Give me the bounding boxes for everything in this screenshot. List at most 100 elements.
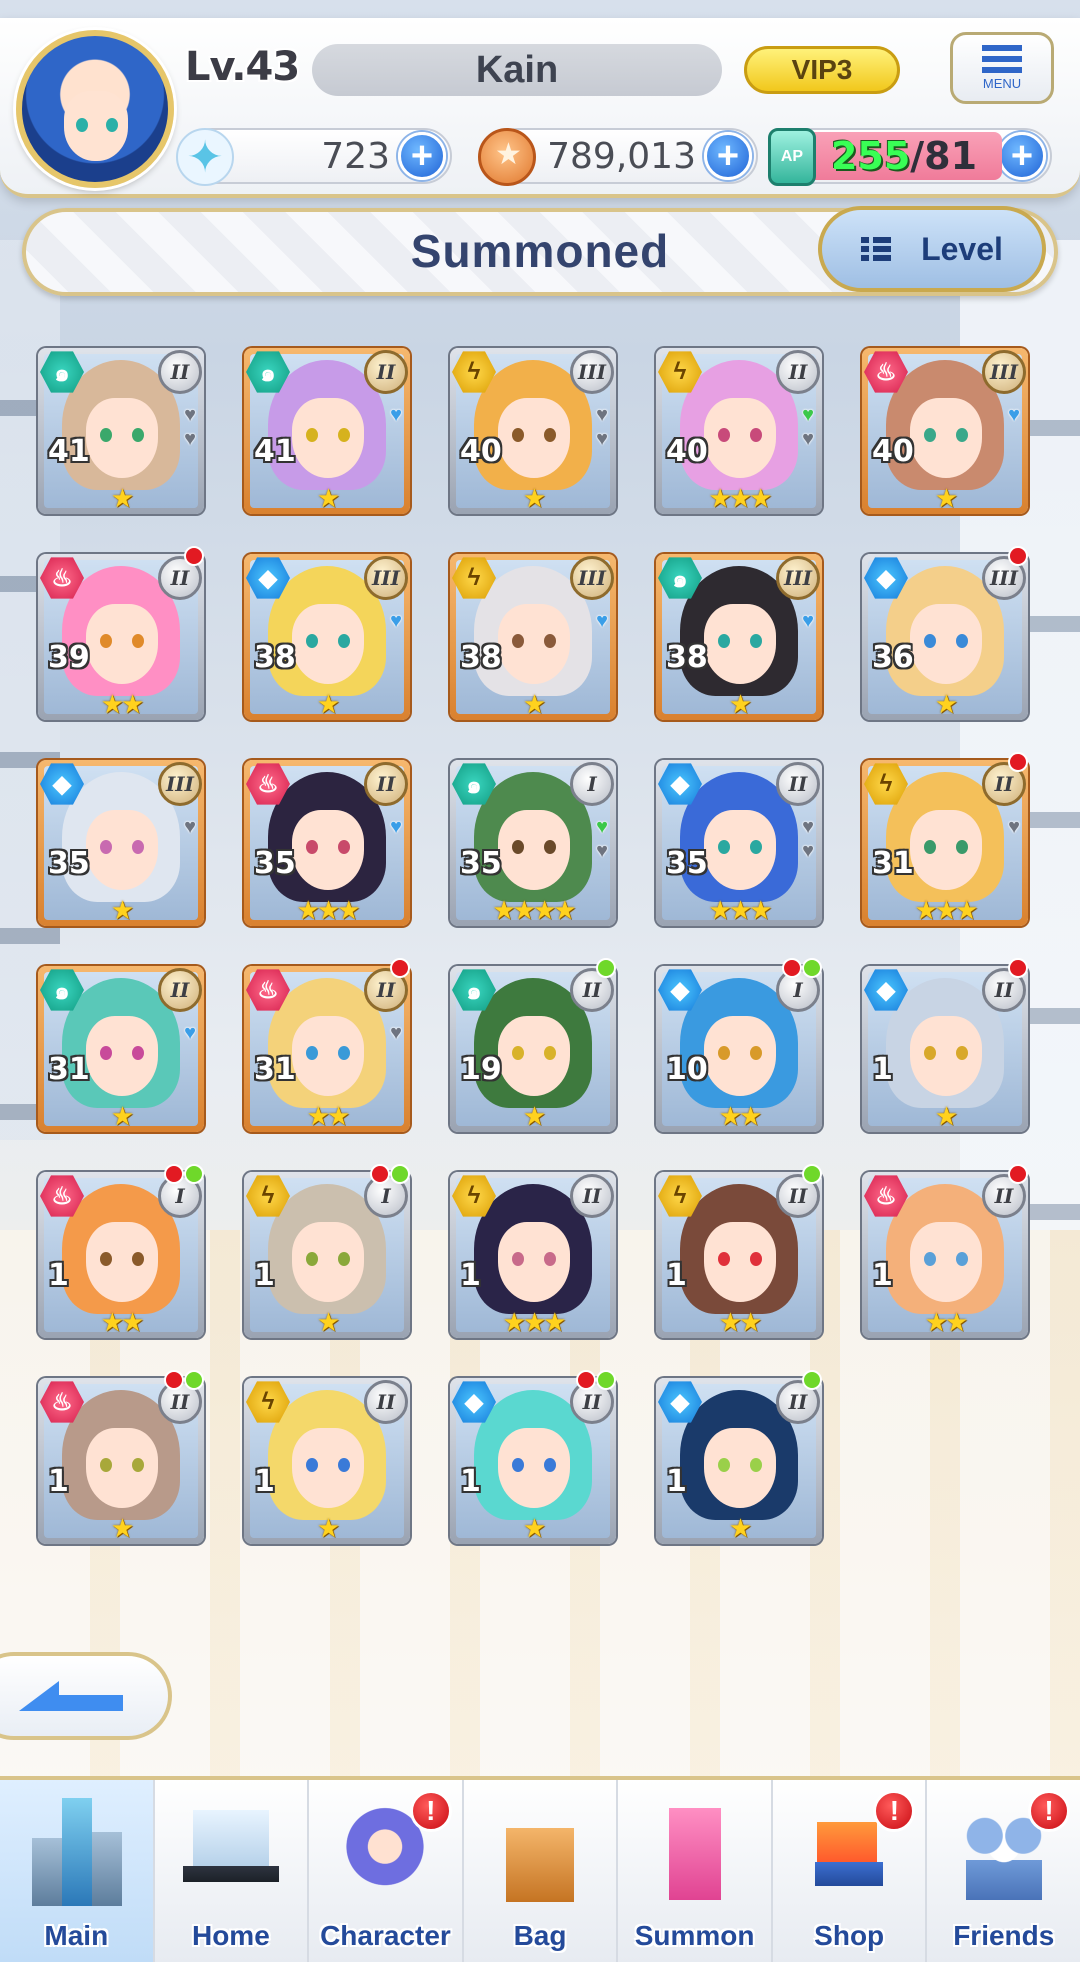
character-face bbox=[498, 604, 570, 684]
character-card[interactable]: ◆ I 10 ★★ bbox=[656, 958, 822, 1132]
upgrade-ready-dot bbox=[802, 1164, 822, 1184]
character-eye bbox=[338, 1458, 350, 1472]
character-card[interactable]: ♨ II 1 ★★ bbox=[862, 1164, 1028, 1338]
character-card[interactable]: ϟ II 1 ★★ bbox=[656, 1164, 822, 1338]
menu-label: MENU bbox=[982, 76, 1022, 91]
character-card[interactable]: ♨ II 1 ★ bbox=[38, 1370, 204, 1544]
back-arrow-icon bbox=[19, 1681, 123, 1711]
character-card[interactable]: ◆ II 1 ★ bbox=[450, 1370, 616, 1544]
character-card[interactable]: ♨ II 39 ★★ bbox=[38, 546, 204, 720]
character-card[interactable]: ϟ I 1 ★ bbox=[244, 1164, 410, 1338]
player-avatar[interactable] bbox=[16, 30, 174, 188]
rank-badge: III bbox=[982, 350, 1026, 394]
character-card[interactable]: ๑ II ♥ ♥ 41 ★ bbox=[38, 348, 204, 514]
character-eye bbox=[544, 1046, 556, 1060]
character-card[interactable]: ◆ II 1 ★ bbox=[656, 1370, 822, 1544]
character-card[interactable]: ♨ II ♥ 35 ★★★ bbox=[244, 760, 410, 926]
character-eye bbox=[718, 428, 730, 442]
nav-item-home[interactable]: Home bbox=[152, 1780, 308, 1962]
add-gems-button[interactable]: + bbox=[398, 132, 446, 180]
character-eye bbox=[100, 428, 112, 442]
nav-item-friends[interactable]: Friends! bbox=[925, 1780, 1080, 1962]
new-alert-dot bbox=[1008, 958, 1028, 978]
rank-badge: I bbox=[570, 762, 614, 806]
character-card[interactable]: ϟ II ♥ 31 ★★★ bbox=[862, 752, 1028, 926]
character-level: 36 bbox=[872, 640, 914, 675]
nav-item-character[interactable]: Character! bbox=[307, 1780, 462, 1962]
character-eye bbox=[338, 1252, 350, 1266]
character-card[interactable]: ϟ III ♥ ♥ 40 ★ bbox=[450, 348, 616, 514]
character-card[interactable]: ϟ II ♥ ♥ 40 ★★★ bbox=[656, 348, 822, 514]
character-face bbox=[86, 1428, 158, 1508]
character-card[interactable]: ◆ III 36 ★ bbox=[862, 546, 1028, 720]
character-card[interactable]: ◆ III ♥ 38 ★ bbox=[244, 554, 410, 720]
building-icon bbox=[28, 1798, 125, 1906]
star-rating: ★ bbox=[522, 1513, 546, 1543]
add-ap-button[interactable]: + bbox=[998, 132, 1046, 180]
character-card[interactable]: ๑ II ♥ 41 ★ bbox=[244, 348, 410, 514]
character-face bbox=[86, 1222, 158, 1302]
character-card[interactable]: ϟ II 1 ★★★ bbox=[450, 1172, 616, 1338]
character-eye bbox=[306, 1252, 318, 1266]
character-eye bbox=[718, 1046, 730, 1060]
character-card[interactable]: ϟ II 1 ★ bbox=[244, 1378, 410, 1544]
ap-max: /81 bbox=[910, 134, 978, 178]
player-name[interactable]: Kain bbox=[312, 44, 722, 96]
star-rating: ★ bbox=[522, 483, 546, 513]
character-eye bbox=[544, 840, 556, 854]
character-level: 38 bbox=[254, 640, 296, 675]
character-face bbox=[704, 1222, 776, 1302]
character-card[interactable]: ϟ III ♥ 38 ★ bbox=[450, 554, 616, 720]
nav-item-bag[interactable]: Bag bbox=[461, 1780, 617, 1962]
character-card[interactable]: ๑ II ♥ 31 ★ bbox=[38, 966, 204, 1132]
affection-hearts: ♥ ♥ bbox=[802, 404, 814, 450]
upgrade-ready-dot bbox=[184, 1370, 204, 1390]
character-level: 1 bbox=[254, 1464, 275, 1499]
heart-icon: ♥ bbox=[390, 404, 402, 426]
character-card[interactable]: ◆ III ♥ 35 ★ bbox=[38, 760, 204, 926]
character-card[interactable]: ๑ III ♥ 38 ★ bbox=[656, 554, 822, 720]
character-eye bbox=[100, 1046, 112, 1060]
character-eye bbox=[512, 634, 524, 648]
menu-button[interactable]: MENU bbox=[950, 32, 1054, 104]
sort-button[interactable]: Level bbox=[818, 206, 1046, 292]
rank-badge: II bbox=[570, 1174, 614, 1218]
heart-icon: ♥ bbox=[596, 610, 608, 632]
star-rating: ★ bbox=[522, 1101, 546, 1131]
upgrade-ready-dot bbox=[390, 1164, 410, 1184]
character-eye bbox=[718, 840, 730, 854]
character-face bbox=[910, 398, 982, 478]
vip-badge[interactable]: VIP3 bbox=[744, 46, 900, 94]
character-card[interactable]: ๑ I ♥ ♥ 35 ★★★★ bbox=[450, 760, 616, 926]
ap-bar: 255/81 bbox=[806, 132, 1002, 180]
star-rating: ★ bbox=[934, 1101, 958, 1131]
nav-label: Bag bbox=[513, 1920, 567, 1951]
character-card[interactable]: ๑ II 19 ★ bbox=[450, 958, 616, 1132]
affection-hearts: ♥ bbox=[1008, 816, 1020, 838]
affection-hearts: ♥ bbox=[390, 610, 402, 632]
nav-item-summon[interactable]: Summon bbox=[616, 1780, 771, 1962]
character-eye bbox=[956, 634, 968, 648]
nav-item-shop[interactable]: Shop! bbox=[770, 1780, 926, 1962]
upgrade-ready-dot bbox=[802, 1370, 822, 1390]
character-level: 1 bbox=[666, 1464, 687, 1499]
bottom-navigation: Main Home Character! Bag Summon Shop! Friends! bbox=[0, 1776, 1080, 1962]
character-card[interactable]: ♨ II ♥ 31 ★★ bbox=[244, 958, 410, 1132]
character-eye bbox=[956, 1046, 968, 1060]
affection-hearts: ♥ bbox=[390, 1022, 402, 1044]
rank-badge: III bbox=[570, 350, 614, 394]
add-coins-button[interactable]: + bbox=[704, 132, 752, 180]
character-card[interactable]: ◆ II 1 ★ bbox=[862, 958, 1028, 1132]
heart-icon: ♥ bbox=[184, 816, 196, 838]
character-level: 31 bbox=[48, 1052, 90, 1087]
character-card[interactable]: ♨ III ♥ 40 ★ bbox=[862, 348, 1028, 514]
character-face bbox=[498, 810, 570, 890]
character-card[interactable]: ◆ II ♥ ♥ 35 ★★★ bbox=[656, 760, 822, 926]
nav-item-main[interactable]: Main bbox=[0, 1780, 153, 1962]
rank-badge: III bbox=[158, 762, 202, 806]
character-eye bbox=[512, 1458, 524, 1472]
star-rating: ★★ bbox=[306, 1101, 351, 1131]
back-button[interactable] bbox=[0, 1652, 172, 1740]
character-eye bbox=[544, 428, 556, 442]
character-card[interactable]: ♨ I 1 ★★ bbox=[38, 1164, 204, 1338]
